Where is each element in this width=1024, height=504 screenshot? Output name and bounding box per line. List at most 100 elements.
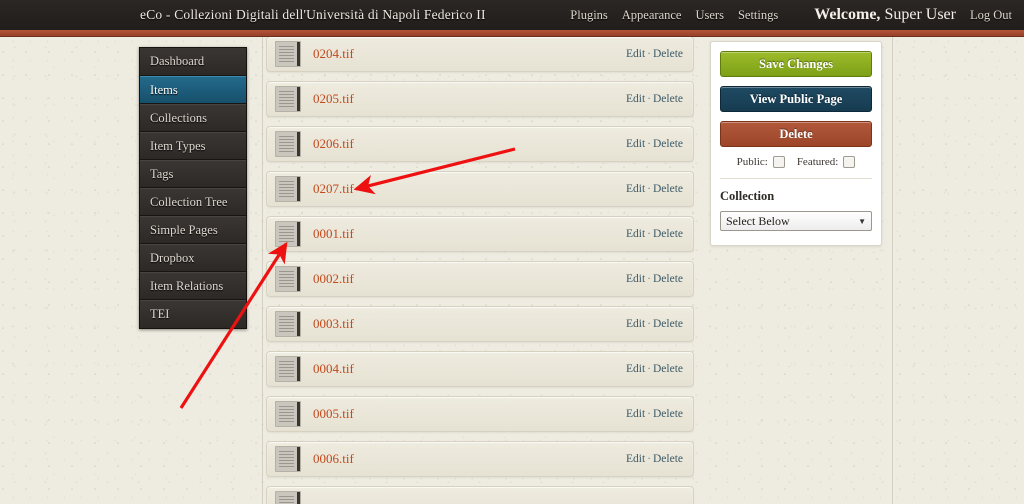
file-thumbnail-icon[interactable]: [275, 131, 301, 157]
file-row-actions: Edit · Delete: [626, 183, 683, 195]
file-thumbnail-icon[interactable]: [275, 446, 301, 472]
action-separator: ·: [647, 93, 651, 105]
nav-users[interactable]: Users: [695, 8, 723, 23]
delete-link[interactable]: Delete: [653, 273, 683, 285]
edit-link[interactable]: Edit: [626, 93, 645, 105]
edit-link[interactable]: Edit: [626, 138, 645, 150]
file-thumbnail-icon[interactable]: [275, 491, 301, 504]
file-thumbnail-icon[interactable]: [275, 41, 301, 67]
sidebar-item-collection-tree[interactable]: Collection Tree: [140, 188, 246, 216]
file-row-actions: Edit · Delete: [626, 453, 683, 465]
sidebar-item-dropbox[interactable]: Dropbox: [140, 244, 246, 272]
file-thumbnail-icon[interactable]: [275, 266, 301, 292]
edit-link[interactable]: Edit: [626, 273, 645, 285]
file-row[interactable]: 0003.tif Edit · Delete: [266, 306, 694, 342]
delete-link[interactable]: Delete: [653, 93, 683, 105]
featured-checkbox[interactable]: [843, 156, 856, 168]
file-name-link[interactable]: 0006.tif: [313, 451, 626, 467]
file-thumbnail-icon[interactable]: [275, 86, 301, 112]
file-row[interactable]: 0207.tif Edit · Delete: [266, 171, 694, 207]
featured-checkbox-wrapper[interactable]: Featured:: [797, 156, 856, 168]
file-thumbnail-icon[interactable]: [275, 221, 301, 247]
sidebar-item-label: Dropbox: [150, 250, 195, 265]
delete-link[interactable]: Delete: [653, 363, 683, 375]
file-thumbnail-icon[interactable]: [275, 176, 301, 202]
file-row-actions: Edit · Delete: [626, 363, 683, 375]
delete-link[interactable]: Delete: [653, 228, 683, 240]
file-name-link[interactable]: 0002.tif: [313, 271, 626, 287]
sidebar-item-tei[interactable]: TEI: [140, 300, 246, 328]
chevron-down-icon: ▼: [858, 216, 866, 226]
delete-link[interactable]: Delete: [653, 183, 683, 195]
edit-link[interactable]: Edit: [626, 183, 645, 195]
sidebar-item-item-relations[interactable]: Item Relations: [140, 272, 246, 300]
edit-link[interactable]: Edit: [626, 453, 645, 465]
delete-link[interactable]: Delete: [653, 48, 683, 60]
edit-link[interactable]: Edit: [626, 363, 645, 375]
file-name-link[interactable]: 0207.tif: [313, 181, 626, 197]
public-label: Public:: [736, 156, 768, 168]
file-thumbnail-icon[interactable]: [275, 401, 301, 427]
file-row[interactable]: 0206.tif Edit · Delete: [266, 126, 694, 162]
delete-link[interactable]: Delete: [653, 138, 683, 150]
file-thumbnail-icon[interactable]: [275, 311, 301, 337]
sidebar-item-tags[interactable]: Tags: [140, 160, 246, 188]
file-row[interactable]: 0005.tif Edit · Delete: [266, 396, 694, 432]
edit-link[interactable]: Edit: [626, 408, 645, 420]
sidebar-item-collections[interactable]: Collections: [140, 104, 246, 132]
nav-settings[interactable]: Settings: [738, 8, 778, 23]
file-row[interactable]: [266, 486, 694, 504]
file-row-actions: Edit · Delete: [626, 408, 683, 420]
file-name-link[interactable]: 0001.tif: [313, 226, 626, 242]
collection-select-value: Select Below: [726, 213, 790, 228]
file-name-link[interactable]: 0205.tif: [313, 91, 626, 107]
sidebar-item-label: Item Relations: [150, 278, 224, 293]
sidebar-item-label: Tags: [150, 166, 174, 181]
file-row[interactable]: 0001.tif Edit · Delete: [266, 216, 694, 252]
logout-link[interactable]: Log Out: [970, 8, 1012, 23]
action-separator: ·: [647, 453, 651, 465]
delete-link[interactable]: Delete: [653, 408, 683, 420]
sidebar-item-item-types[interactable]: Item Types: [140, 132, 246, 160]
attached-files-list[interactable]: 0204.tif Edit · Delete 0205.tif Edit · Delete 02…: [266, 36, 694, 504]
file-name-link[interactable]: 0206.tif: [313, 136, 626, 152]
view-public-page-button[interactable]: View Public Page: [720, 86, 872, 112]
sidebar-item-simple-pages[interactable]: Simple Pages: [140, 216, 246, 244]
content-right-rule: [892, 36, 893, 504]
content-left-rule: [262, 36, 263, 504]
file-row-actions: Edit · Delete: [626, 228, 683, 240]
file-row[interactable]: 0004.tif Edit · Delete: [266, 351, 694, 387]
delete-link[interactable]: Delete: [653, 318, 683, 330]
collection-select[interactable]: Select Below ▼: [720, 211, 872, 231]
edit-link[interactable]: Edit: [626, 48, 645, 60]
action-separator: ·: [647, 228, 651, 240]
visibility-checkboxes: Public: Featured:: [720, 156, 872, 168]
file-name-link[interactable]: 0003.tif: [313, 316, 626, 332]
nav-plugins[interactable]: Plugins: [570, 8, 608, 23]
delete-link[interactable]: Delete: [653, 453, 683, 465]
action-separator: ·: [647, 408, 651, 420]
nav-appearance[interactable]: Appearance: [622, 8, 682, 23]
public-checkbox-wrapper[interactable]: Public:: [737, 156, 785, 168]
collection-label: Collection: [720, 189, 775, 203]
save-changes-button[interactable]: Save Changes: [720, 51, 872, 77]
edit-link[interactable]: Edit: [626, 228, 645, 240]
edit-link[interactable]: Edit: [626, 318, 645, 330]
action-separator: ·: [647, 48, 651, 60]
public-checkbox[interactable]: [772, 156, 785, 168]
delete-button[interactable]: Delete: [720, 121, 872, 147]
sidebar-item-dashboard[interactable]: Dashboard: [140, 48, 246, 76]
sidebar-item-label: TEI: [150, 307, 170, 321]
file-name-link[interactable]: 0005.tif: [313, 406, 626, 422]
file-row[interactable]: 0002.tif Edit · Delete: [266, 261, 694, 297]
top-navigation: Plugins Appearance Users Settings Welcom…: [570, 0, 1012, 30]
file-thumbnail-icon[interactable]: [275, 356, 301, 382]
sidebar-item-items[interactable]: Items: [140, 76, 246, 104]
file-name-link[interactable]: 0204.tif: [313, 46, 626, 62]
welcome-username: Super User: [884, 6, 956, 23]
sidebar-item-label: Dashboard: [150, 54, 205, 68]
file-row[interactable]: 0204.tif Edit · Delete: [266, 36, 694, 72]
file-name-link[interactable]: 0004.tif: [313, 361, 626, 377]
file-row[interactable]: 0205.tif Edit · Delete: [266, 81, 694, 117]
file-row[interactable]: 0006.tif Edit · Delete: [266, 441, 694, 477]
